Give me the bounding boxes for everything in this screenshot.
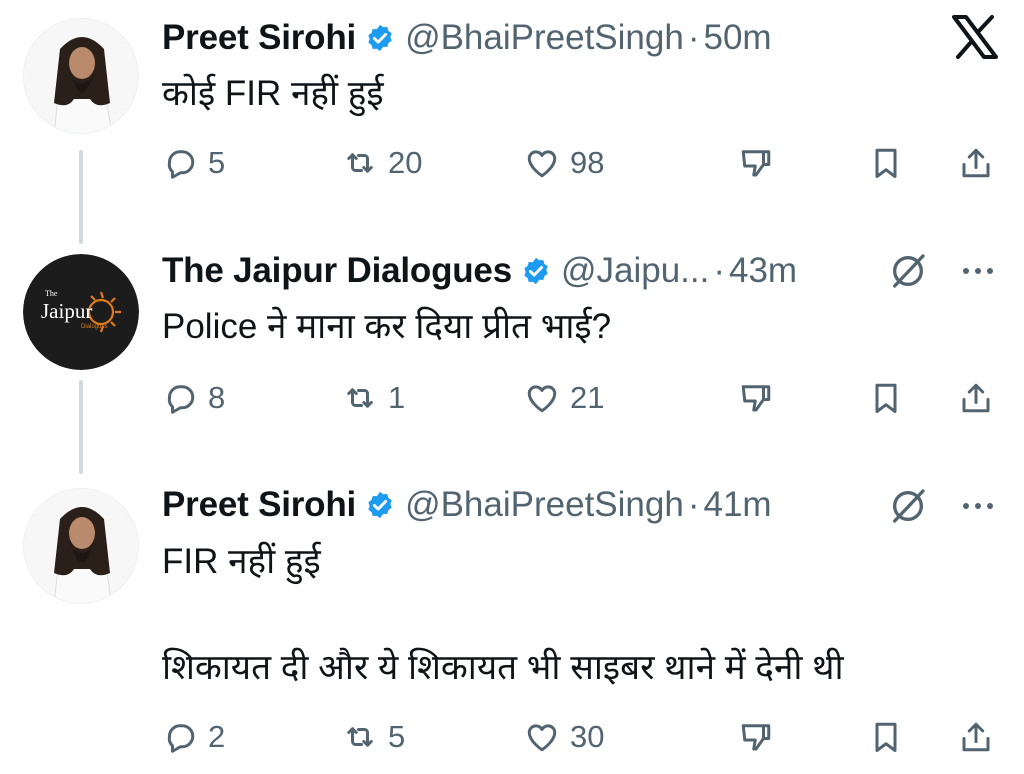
author-name[interactable]: Preet Sirohi	[162, 18, 356, 58]
reply-icon	[167, 385, 195, 414]
repost-icon	[347, 388, 373, 408]
like-button[interactable]: 21	[524, 378, 604, 418]
like-button[interactable]: 30	[524, 717, 604, 757]
bookmark-icon	[875, 383, 897, 413]
tweet-text: कोई FIR नहीं हुई	[162, 72, 384, 116]
logo-main-text: Jaipur	[41, 299, 92, 323]
repost-button[interactable]: 20	[342, 143, 422, 183]
author-handle[interactable]: @BhaiPreetSingh	[405, 485, 684, 525]
dislike-button[interactable]	[738, 143, 774, 183]
timestamp[interactable]: 50m	[703, 18, 771, 58]
reply-button[interactable]: 8	[162, 378, 225, 418]
verified-badge-icon	[368, 24, 392, 52]
tweet-text-line: FIR नहीं हुई	[162, 542, 321, 581]
avatar[interactable]	[23, 488, 139, 604]
reply-count: 8	[208, 380, 226, 415]
repost-count: 5	[388, 719, 406, 754]
tweet-actions: 5 20 98	[162, 143, 998, 183]
heart-icon	[527, 385, 557, 413]
share-icon	[962, 383, 990, 413]
verified-badge-icon	[368, 491, 392, 519]
avatar[interactable]: The Jaipur Dialogues	[23, 254, 139, 370]
heart-icon	[527, 724, 557, 752]
author-handle[interactable]: @Jaipu...	[561, 251, 709, 291]
dislike-button[interactable]	[738, 378, 774, 418]
tweet-text-line	[162, 584, 844, 646]
tweet-text-line: शिकायत दी और ये शिकायत भी साइबर थाने में…	[162, 648, 844, 687]
separator-dot: ·	[687, 485, 700, 524]
like-count: 98	[570, 145, 605, 180]
reply-count: 5	[208, 145, 226, 180]
author-handle[interactable]: @BhaiPreetSingh	[405, 18, 684, 58]
like-button[interactable]: 98	[524, 143, 604, 183]
logo-small-text: The	[45, 289, 58, 298]
avatar[interactable]	[23, 18, 139, 134]
share-button[interactable]	[958, 143, 994, 183]
like-count: 21	[570, 380, 605, 415]
grok-icon[interactable]	[888, 251, 928, 291]
bookmark-icon	[875, 722, 897, 752]
grok-icon[interactable]	[888, 486, 928, 526]
separator-dot: ·	[713, 251, 725, 290]
share-icon	[962, 722, 990, 752]
dislike-button[interactable]	[738, 717, 774, 757]
heart-icon	[527, 150, 557, 178]
bookmark-button[interactable]	[868, 143, 904, 183]
person-avatar-icon	[24, 489, 138, 603]
timestamp[interactable]: 43m	[729, 251, 797, 291]
repost-icon	[347, 153, 373, 173]
repost-count: 20	[388, 145, 423, 180]
share-icon	[962, 148, 990, 178]
share-button[interactable]	[958, 378, 994, 418]
repost-count: 1	[388, 380, 406, 415]
more-icon[interactable]	[958, 496, 998, 516]
more-icon[interactable]	[958, 261, 998, 281]
repost-button[interactable]: 5	[342, 717, 405, 757]
reply-button[interactable]: 2	[162, 717, 225, 757]
tweet-text-line: Police ने माना कर दिया प्रीत भाई?	[162, 307, 612, 346]
logo-sub-text: Dialogues	[81, 324, 108, 330]
reply-count: 2	[208, 719, 226, 754]
tweet[interactable]: Preet Sirohi @BhaiPreetSingh · 50m कोई F…	[0, 0, 1024, 230]
verified-badge-icon	[524, 257, 548, 285]
reply-icon	[167, 724, 195, 753]
timestamp[interactable]: 41m	[703, 485, 771, 525]
separator-dot: ·	[687, 18, 700, 57]
like-count: 30	[570, 719, 605, 754]
reply-button[interactable]: 5	[162, 143, 225, 183]
reply-icon	[167, 150, 195, 179]
tweet-text: FIR नहीं हुई शिकायत दी और ये शिकायत भी स…	[162, 540, 844, 690]
bookmark-button[interactable]	[868, 378, 904, 418]
share-button[interactable]	[958, 717, 994, 757]
bookmark-button[interactable]	[868, 717, 904, 757]
tweet-text: Police ने माना कर दिया प्रीत भाई?	[162, 305, 611, 349]
author-name[interactable]: The Jaipur Dialogues	[162, 251, 512, 291]
jaipur-dialogues-logo: The Jaipur Dialogues	[23, 254, 139, 370]
repost-button[interactable]: 1	[342, 378, 405, 418]
repost-icon	[347, 727, 373, 747]
tweet-text-line: कोई FIR नहीं हुई	[162, 74, 384, 113]
thread-line	[79, 380, 83, 474]
thumbs-down-icon	[741, 724, 771, 751]
person-avatar-icon	[24, 19, 138, 133]
thumbs-down-icon	[741, 150, 771, 177]
author-name[interactable]: Preet Sirohi	[162, 485, 356, 525]
bookmark-icon	[875, 148, 897, 178]
thumbs-down-icon	[741, 385, 771, 412]
tweet-actions: 2 5 30	[162, 717, 998, 757]
tweet-actions: 8 1 21	[162, 378, 998, 418]
